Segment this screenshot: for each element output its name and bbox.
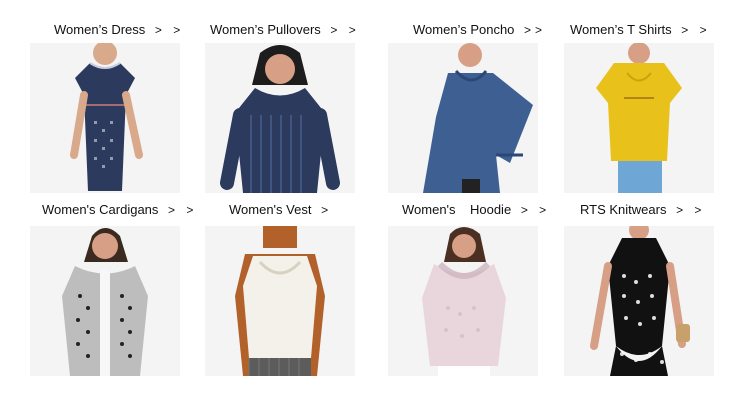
pullover-photo[interactable] (205, 43, 355, 193)
poncho-illustration (388, 43, 538, 193)
polka-dress-illustration (564, 226, 714, 376)
tshirt-illustration (564, 43, 714, 193)
category-label: Women’s Pullovers (210, 22, 321, 37)
category-title[interactable]: Women's Hoodie > > (402, 200, 592, 220)
cardigan-photo[interactable] (30, 226, 180, 376)
dress-photo[interactable] (30, 43, 180, 193)
pullover-illustration (205, 43, 355, 193)
vest-photo[interactable] (205, 226, 355, 376)
category-title[interactable]: RTS Knitwears > > (580, 200, 750, 220)
category-label: RTS Knitwears (580, 202, 667, 217)
poncho-photo[interactable] (388, 43, 538, 193)
category-label: Women’s T Shirts (570, 22, 672, 37)
chevron-right-icon: >> (524, 23, 547, 37)
category-label: Women's Vest (229, 202, 312, 217)
category-label: Women’s Dress (54, 22, 146, 37)
chevron-right-icon: > > (676, 203, 706, 217)
cardigan-illustration (30, 226, 180, 376)
chevron-right-icon: > (321, 203, 333, 217)
category-title[interactable]: Women’s T Shirts > > (570, 20, 750, 40)
polka-dress-photo[interactable] (564, 226, 714, 376)
category-label: Women's Cardigans (42, 202, 159, 217)
chevron-right-icon: > > (330, 23, 360, 37)
category-label: Women's Hoodie (402, 202, 512, 217)
dress-illustration (30, 43, 180, 193)
chevron-right-icon: > > (154, 23, 185, 37)
tshirt-photo[interactable] (564, 43, 714, 193)
vest-illustration (205, 226, 355, 376)
hoodie-illustration (388, 226, 538, 376)
chevron-right-icon: > > (520, 203, 551, 217)
chevron-right-icon: > > (168, 203, 198, 217)
category-title[interactable]: Women's Vest > (229, 200, 419, 220)
chevron-right-icon: > > (681, 23, 711, 37)
category-title[interactable]: Women's Cardigans > > (42, 200, 232, 220)
hoodie-photo[interactable] (388, 226, 538, 376)
category-label: Women’s Poncho (413, 22, 515, 37)
category-title[interactable]: Women’s Pullovers > > (210, 20, 400, 40)
